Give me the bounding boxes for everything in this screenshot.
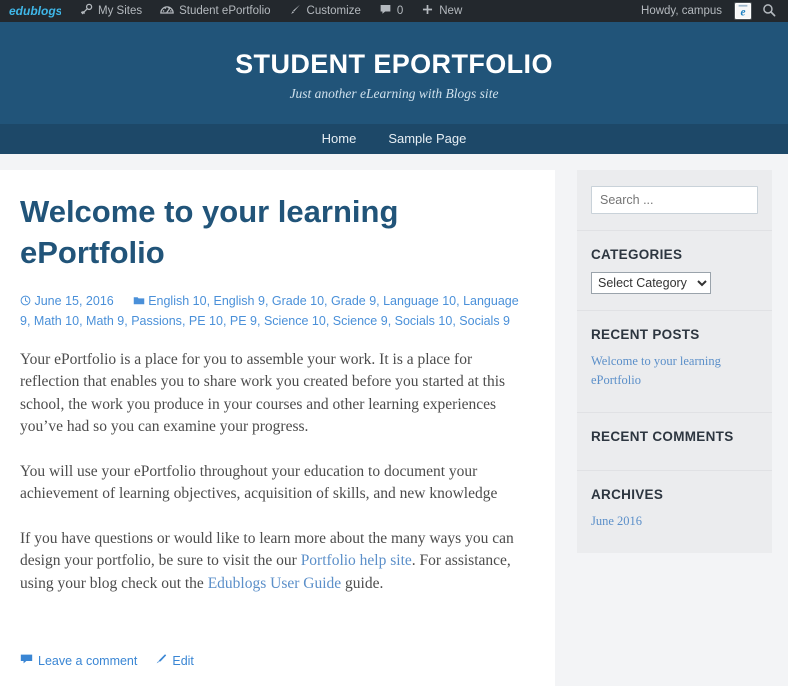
admin-bar-item-customize[interactable]: Customize — [280, 0, 370, 22]
widget-title-recent-comments: RECENT COMMENTS — [591, 428, 734, 444]
widget-title-archives: ARCHIVES — [591, 486, 664, 502]
edit-post-label: Edit — [172, 653, 194, 668]
recent-post-link[interactable]: Welcome to your learning ePortfolio — [591, 354, 721, 387]
admin-bar-item-label: My Sites — [98, 5, 143, 17]
edit-post-link[interactable]: Edit — [154, 653, 194, 668]
post-footer: Leave a comment Edit — [20, 617, 531, 686]
search-input[interactable] — [591, 186, 758, 215]
admin-bar-left: edublogs My Sites Student ePortfolio Cus… — [0, 0, 471, 22]
post-date[interactable]: June 15, 2016 — [34, 294, 113, 308]
admin-bar-item-site-name[interactable]: Student ePortfolio — [151, 0, 279, 22]
howdy-label: Howdy, campus — [641, 5, 722, 17]
list-item: June 2016 — [591, 512, 758, 531]
widget-search — [577, 170, 772, 232]
archives-list: June 2016 — [591, 512, 758, 531]
admin-bar-search-button[interactable] — [752, 3, 780, 20]
nav-item-home[interactable]: Home — [306, 124, 373, 154]
widget-title-categories: CATEGORIES — [591, 247, 683, 263]
admin-bar-item-my-sites[interactable]: My Sites — [71, 0, 151, 22]
comment-bubble-icon — [20, 653, 33, 668]
comment-icon — [379, 3, 392, 19]
post-category-link[interactable]: Grade 9 — [331, 294, 376, 308]
post-category-link[interactable]: Language 10 — [383, 294, 456, 308]
widget-recent-posts: RECENT POSTS Welcome to your learning eP… — [577, 311, 772, 413]
post-category-link[interactable]: Math 10 — [34, 314, 79, 328]
admin-bar-item-label: New — [439, 5, 463, 17]
sidebar: CATEGORIES Select Category RECENT POSTS … — [577, 170, 772, 553]
paragraph-text: guide. — [341, 574, 384, 592]
recent-posts-list: Welcome to your learning ePortfolio — [591, 352, 758, 390]
post-category-link[interactable]: Socials 10 — [395, 314, 453, 328]
comment-count: 0 — [396, 5, 404, 17]
edublogs-logo-icon[interactable]: edublogs — [0, 0, 71, 22]
key-icon — [80, 3, 93, 19]
post-paragraph: Your ePortfolio is a place for you to as… — [20, 350, 506, 436]
site-header: STUDENT EPORTFOLIO Just another eLearnin… — [0, 22, 788, 125]
post-date-group: June 15, 2016 — [20, 294, 117, 308]
nav-item-sample-page[interactable]: Sample Page — [372, 124, 482, 154]
admin-bar: edublogs My Sites Student ePortfolio Cus… — [0, 0, 788, 22]
leave-a-comment-label: Leave a comment — [38, 653, 138, 668]
edublogs-user-guide-link[interactable]: Edublogs User Guide — [208, 575, 341, 592]
post-category-link[interactable]: Science 10 — [264, 314, 326, 328]
avatar: e — [734, 2, 752, 20]
post-category-link[interactable]: Math 9 — [86, 314, 124, 328]
admin-bar-right: Howdy, campus e — [632, 0, 788, 22]
paintbrush-icon — [289, 3, 302, 19]
category-select[interactable]: Select Category — [591, 272, 711, 295]
post-category-link[interactable]: PE 10 — [189, 314, 223, 328]
post-category-link[interactable]: Grade 10 — [272, 294, 324, 308]
search-icon — [762, 3, 776, 20]
clock-icon — [20, 292, 31, 311]
admin-bar-howdy[interactable]: Howdy, campus e — [632, 0, 752, 22]
widget-title-recent-posts: RECENT POSTS — [591, 327, 700, 343]
admin-bar-item-label: Student ePortfolio — [179, 5, 271, 17]
list-item: Welcome to your learning ePortfolio — [591, 352, 758, 390]
site-tagline: Just another eLearning with Blogs site — [289, 86, 499, 102]
svg-text:edublogs: edublogs — [9, 4, 61, 18]
admin-bar-item-label: Customize — [306, 5, 361, 17]
widget-recent-comments: RECENT COMMENTS — [577, 413, 772, 471]
post-meta: June 15, 2016 English 10, English 9, Gra… — [20, 292, 531, 331]
archive-link[interactable]: June 2016 — [591, 514, 642, 528]
portfolio-help-site-link[interactable]: Portfolio help site — [301, 552, 412, 569]
folder-icon — [133, 292, 145, 311]
pencil-icon — [154, 653, 167, 668]
leave-a-comment-link[interactable]: Leave a comment — [20, 653, 137, 668]
post-category-link[interactable]: Passions — [131, 314, 182, 328]
svg-text:e: e — [740, 6, 745, 18]
dashboard-icon — [160, 3, 174, 19]
widget-categories: CATEGORIES Select Category — [577, 231, 772, 312]
admin-bar-item-comments[interactable]: 0 — [370, 0, 412, 22]
widget-archives: ARCHIVES June 2016 — [577, 471, 772, 553]
site-title[interactable]: STUDENT EPORTFOLIO — [0, 48, 788, 80]
post-category-link[interactable]: English 10 — [148, 294, 206, 308]
admin-bar-item-new[interactable]: New — [412, 0, 471, 22]
primary-navigation: Home Sample Page — [0, 124, 788, 155]
post-category-link[interactable]: English 9 — [214, 294, 265, 308]
post-category-link[interactable]: PE 9 — [230, 314, 257, 328]
page-body: Welcome to your learning ePortfolio June… — [0, 154, 788, 686]
plus-icon — [421, 3, 434, 19]
post-category-link[interactable]: Socials 9 — [459, 314, 510, 328]
post-paragraph: You will use your ePortfolio throughout … — [20, 462, 498, 503]
post-paragraph: If you have questions or would like to l… — [20, 528, 531, 595]
post-category-link[interactable]: Science 9 — [333, 314, 388, 328]
post-title: Welcome to your learning ePortfolio — [20, 194, 399, 271]
main-content: Welcome to your learning ePortfolio June… — [0, 170, 555, 686]
post-body: Your ePortfolio is a place for you to as… — [20, 349, 531, 595]
